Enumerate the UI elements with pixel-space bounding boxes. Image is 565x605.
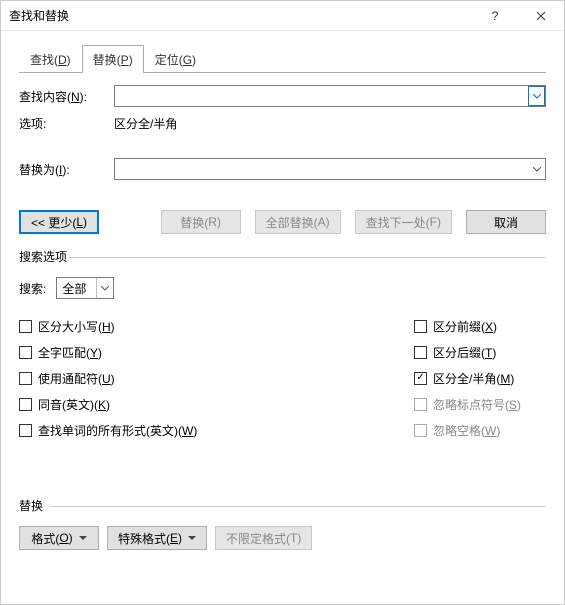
find-row: 查找内容(N): <box>19 85 546 107</box>
check-columns: 区分大小写(H) 全字匹配(Y) 使用通配符(U) 同音(英文)(K) 查找单词的所有形… <box>19 313 546 443</box>
replace-format-section: 替换 格式(O) 特殊格式(E) 不限定格式(T) <box>19 497 546 550</box>
search-options-group: 搜索选项 <box>19 248 546 265</box>
find-field <box>114 85 546 107</box>
checkbox-label: 区分全/半角(M) <box>433 370 514 387</box>
checkbox-label: 同音(英文)(K) <box>38 396 110 413</box>
titlebar: 查找和替换 ? <box>1 1 564 31</box>
replace-all-button[interactable]: 全部替换(A) <box>255 210 341 234</box>
replace-dropdown-button[interactable] <box>528 159 545 179</box>
find-input[interactable] <box>114 85 546 107</box>
close-icon <box>536 11 546 21</box>
checkbox-label: 查找单词的所有形式(英文)(W) <box>38 422 197 439</box>
dialog-title: 查找和替换 <box>9 7 472 24</box>
checkbox-row[interactable]: ✓ 区分全/半角(M) <box>414 365 546 391</box>
checkbox-row[interactable]: 全字匹配(Y) <box>19 339 414 365</box>
checkbox-box[interactable] <box>19 320 32 333</box>
checks-left: 区分大小写(H) 全字匹配(Y) 使用通配符(U) 同音(英文)(K) 查找单词的所有形… <box>19 313 414 443</box>
action-buttons: << 更少(L) 替换(R) 全部替换(A) 查找下一处(F) 取消 <box>19 210 546 234</box>
format-button[interactable]: 格式(O) <box>19 526 99 550</box>
replace-label: 替换为(I): <box>19 161 114 178</box>
checkbox-row: 忽略标点符号(S) <box>414 391 546 417</box>
checkbox-label: 使用通配符(U) <box>38 370 115 387</box>
checkbox-label: 忽略标点符号(S) <box>433 396 521 413</box>
checkbox-label: 区分前缀(X) <box>433 318 497 335</box>
cancel-button[interactable]: 取消 <box>466 210 546 234</box>
format-buttons: 格式(O) 特殊格式(E) 不限定格式(T) <box>19 526 546 550</box>
checkbox-box[interactable] <box>19 372 32 385</box>
less-button[interactable]: << 更少(L) <box>19 210 99 234</box>
checkbox-box[interactable] <box>414 346 427 359</box>
help-button[interactable]: ? <box>472 1 518 31</box>
checkbox-row[interactable]: 区分大小写(H) <box>19 313 414 339</box>
chevron-down-icon <box>101 286 109 291</box>
search-direction-arrow[interactable] <box>96 278 113 298</box>
options-value: 区分全/半角 <box>114 115 177 132</box>
options-summary: 选项: 区分全/半角 <box>19 115 546 132</box>
search-direction-row: 搜索: 全部 <box>19 277 546 299</box>
checkbox-row[interactable]: 使用通配符(U) <box>19 365 414 391</box>
checkbox-box[interactable] <box>19 346 32 359</box>
checkbox-label: 区分大小写(H) <box>38 318 115 335</box>
tabstrip: 查找(D) 替换(P) 定位(G) <box>1 31 564 73</box>
find-label: 查找内容(N): <box>19 88 114 105</box>
close-button[interactable] <box>518 1 564 31</box>
checkbox-row[interactable]: 同音(英文)(K) <box>19 391 414 417</box>
checkbox-box[interactable] <box>414 320 427 333</box>
checkbox-box[interactable]: ✓ <box>414 372 427 385</box>
checkbox-box <box>414 424 427 437</box>
chevron-down-icon <box>533 167 541 172</box>
checkbox-row[interactable]: 区分后缀(T) <box>414 339 546 365</box>
options-label: 选项: <box>19 115 114 132</box>
replace-group-label: 替换 <box>19 497 546 514</box>
replace-row: 替换为(I): <box>19 158 546 180</box>
no-format-button: 不限定格式(T) <box>215 526 312 550</box>
replace-one-button[interactable]: 替换(R) <box>161 210 241 234</box>
special-format-button[interactable]: 特殊格式(E) <box>107 526 207 550</box>
checks-right: 区分前缀(X) 区分后缀(T) ✓ 区分全/半角(M) 忽略标点符号(S) 忽略空格(W) <box>414 313 546 443</box>
checkbox-box[interactable] <box>19 424 32 437</box>
tab-replace[interactable]: 替换(P) <box>82 45 144 73</box>
tab-find[interactable]: 查找(D) <box>19 45 82 73</box>
checkbox-row[interactable]: 查找单词的所有形式(英文)(W) <box>19 417 414 443</box>
find-next-button[interactable]: 查找下一处(F) <box>355 210 452 234</box>
chevron-down-icon <box>533 94 541 99</box>
checkbox-row[interactable]: 区分前缀(X) <box>414 313 546 339</box>
content: 查找内容(N): 选项: 区分全/半角 替换为(I): << 更少(L) <box>1 73 564 550</box>
find-dropdown-button[interactable] <box>528 86 545 106</box>
checkbox-label: 区分后缀(T) <box>433 344 496 361</box>
tab-goto[interactable]: 定位(G) <box>144 45 207 73</box>
search-direction-value: 全部 <box>62 280 86 297</box>
checkbox-box[interactable] <box>19 398 32 411</box>
checkbox-label: 全字匹配(Y) <box>38 344 102 361</box>
replace-field <box>114 158 546 180</box>
checkbox-row: 忽略空格(W) <box>414 417 546 443</box>
checkbox-box <box>414 398 427 411</box>
replace-input[interactable] <box>114 158 546 180</box>
search-direction-combo[interactable]: 全部 <box>56 277 114 299</box>
search-label: 搜索: <box>19 280 46 297</box>
checkbox-label: 忽略空格(W) <box>433 422 500 439</box>
